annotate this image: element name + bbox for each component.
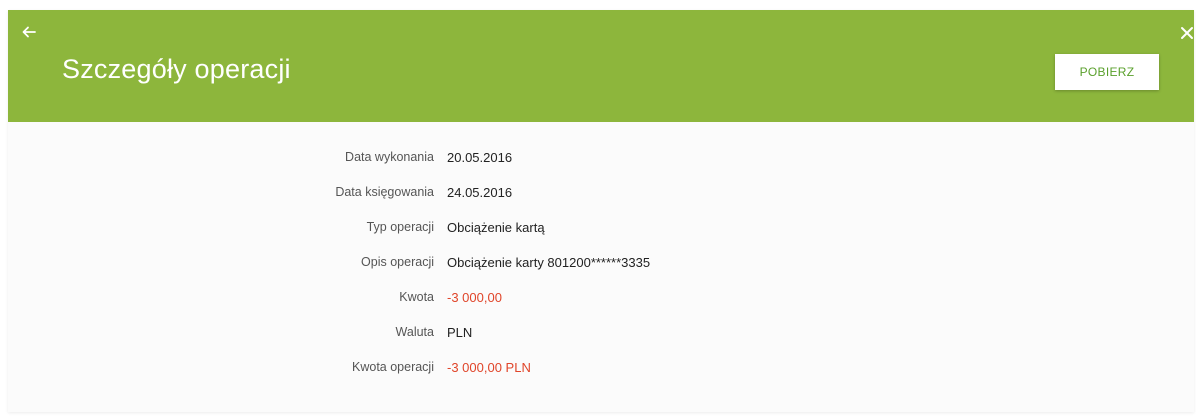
detail-label: Opis operacji [361, 255, 434, 269]
detail-row-operation-amount: Kwota operacji -3 000,00 PLN [8, 360, 1194, 395]
detail-row-currency: Waluta PLN [8, 325, 1194, 360]
detail-value: PLN [447, 325, 473, 340]
close-icon[interactable] [1180, 26, 1194, 40]
detail-value: 20.05.2016 [447, 150, 513, 165]
detail-row-execution-date: Data wykonania 20.05.2016 [8, 150, 1194, 185]
arrow-left-icon[interactable] [21, 24, 37, 40]
detail-label: Kwota [399, 290, 434, 304]
detail-row-description: Opis operacji Obciążenie karty 801200***… [8, 255, 1194, 290]
detail-label: Data księgowania [335, 185, 434, 199]
operation-details-panel: Szczegóły operacji POBIERZ Data wykonani… [8, 10, 1194, 412]
detail-row-operation-type: Typ operacji Obciążenie kartą [8, 220, 1194, 255]
detail-value: Obciążenie karty 801200******3335 [447, 255, 651, 270]
detail-value: -3 000,00 PLN [447, 360, 531, 375]
detail-value: -3 000,00 [447, 290, 502, 305]
detail-label: Kwota operacji [352, 360, 434, 374]
detail-label: Typ operacji [366, 220, 434, 234]
detail-row-amount: Kwota -3 000,00 [8, 290, 1194, 325]
panel-header: Szczegóły operacji POBIERZ [8, 10, 1194, 122]
detail-value: Obciążenie kartą [447, 220, 545, 235]
download-button[interactable]: POBIERZ [1055, 54, 1159, 90]
detail-row-booking-date: Data księgowania 24.05.2016 [8, 185, 1194, 220]
detail-label: Waluta [395, 325, 434, 339]
page-title: Szczegóły operacji [62, 54, 291, 84]
details-list: Data wykonania 20.05.2016 Data księgowan… [8, 150, 1194, 395]
detail-value: 24.05.2016 [447, 185, 513, 200]
detail-label: Data wykonania [345, 150, 434, 164]
